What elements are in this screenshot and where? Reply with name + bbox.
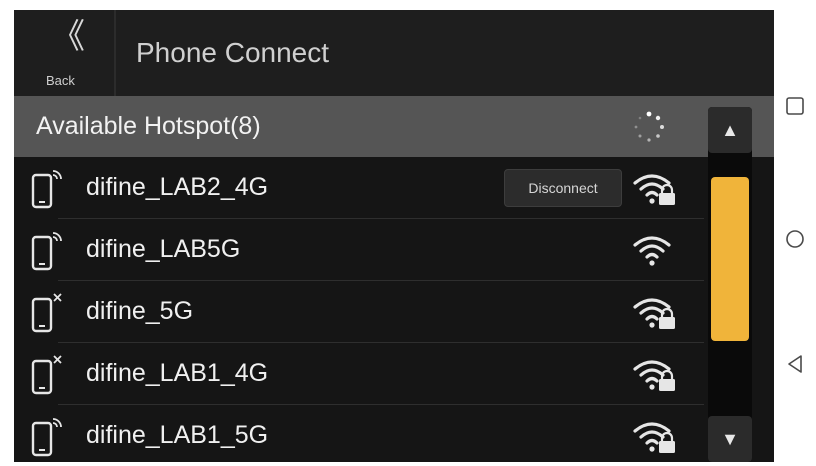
hotspot-row[interactable]: difine_LAB5G xyxy=(14,219,704,281)
wifi-locked-icon xyxy=(633,174,675,205)
phone-signal-icon xyxy=(31,170,62,209)
phone-unavailable-icon xyxy=(31,355,62,395)
double-chevron-left-icon: 《 xyxy=(51,18,85,56)
scroll-down-button[interactable]: ▼ xyxy=(708,416,752,462)
wifi-locked-icon xyxy=(633,422,675,453)
phone-unavailable-icon xyxy=(31,293,62,333)
section-header: Available Hotspot(8) xyxy=(14,96,774,157)
triangle-back-icon[interactable] xyxy=(784,353,806,375)
wifi-locked-icon xyxy=(633,298,675,329)
phone-signal-icon xyxy=(31,232,62,271)
section-title: Available Hotspot(8) xyxy=(36,112,261,140)
scrollbar[interactable]: ▲ ▼ xyxy=(708,107,752,462)
hotspot-name: difine_LAB1_5G xyxy=(86,421,269,449)
phone-signal-icon xyxy=(31,418,62,457)
scroll-up-button[interactable]: ▲ xyxy=(708,107,752,153)
hotspot-row[interactable]: difine_5G xyxy=(14,281,704,343)
scrollbar-thumb[interactable] xyxy=(711,177,749,341)
hotspot-name: difine_LAB5G xyxy=(86,235,241,263)
hotspot-row[interactable]: difine_LAB1_5G xyxy=(14,405,704,462)
square-recents-icon[interactable] xyxy=(784,95,806,117)
wifi-open-icon xyxy=(633,236,671,266)
hotspot-row[interactable]: difine_LAB1_4G xyxy=(14,343,704,405)
triangle-down-icon: ▼ xyxy=(721,429,739,449)
triangle-up-icon: ▲ xyxy=(721,120,739,140)
disconnect-button[interactable]: Disconnect xyxy=(504,169,622,207)
hotspot-name: difine_LAB2_4G xyxy=(86,173,269,201)
wifi-locked-icon xyxy=(633,360,675,391)
header: 《 Back Phone Connect xyxy=(14,10,774,96)
loading-spinner-icon xyxy=(634,111,664,142)
system-nav-bar xyxy=(774,0,816,466)
hotspot-row[interactable]: difine_LAB2_4G Disconnect xyxy=(14,157,704,219)
page-title: Phone Connect xyxy=(136,37,330,68)
back-label: Back xyxy=(46,73,75,88)
back-button[interactable]: 《 Back xyxy=(14,10,116,96)
hotspot-name: difine_5G xyxy=(86,297,194,325)
hotspot-name: difine_LAB1_4G xyxy=(86,359,269,387)
circle-home-icon[interactable] xyxy=(784,228,806,250)
phone-connect-screen: 《 Back Phone Connect Available Hotspot(8… xyxy=(14,10,774,462)
